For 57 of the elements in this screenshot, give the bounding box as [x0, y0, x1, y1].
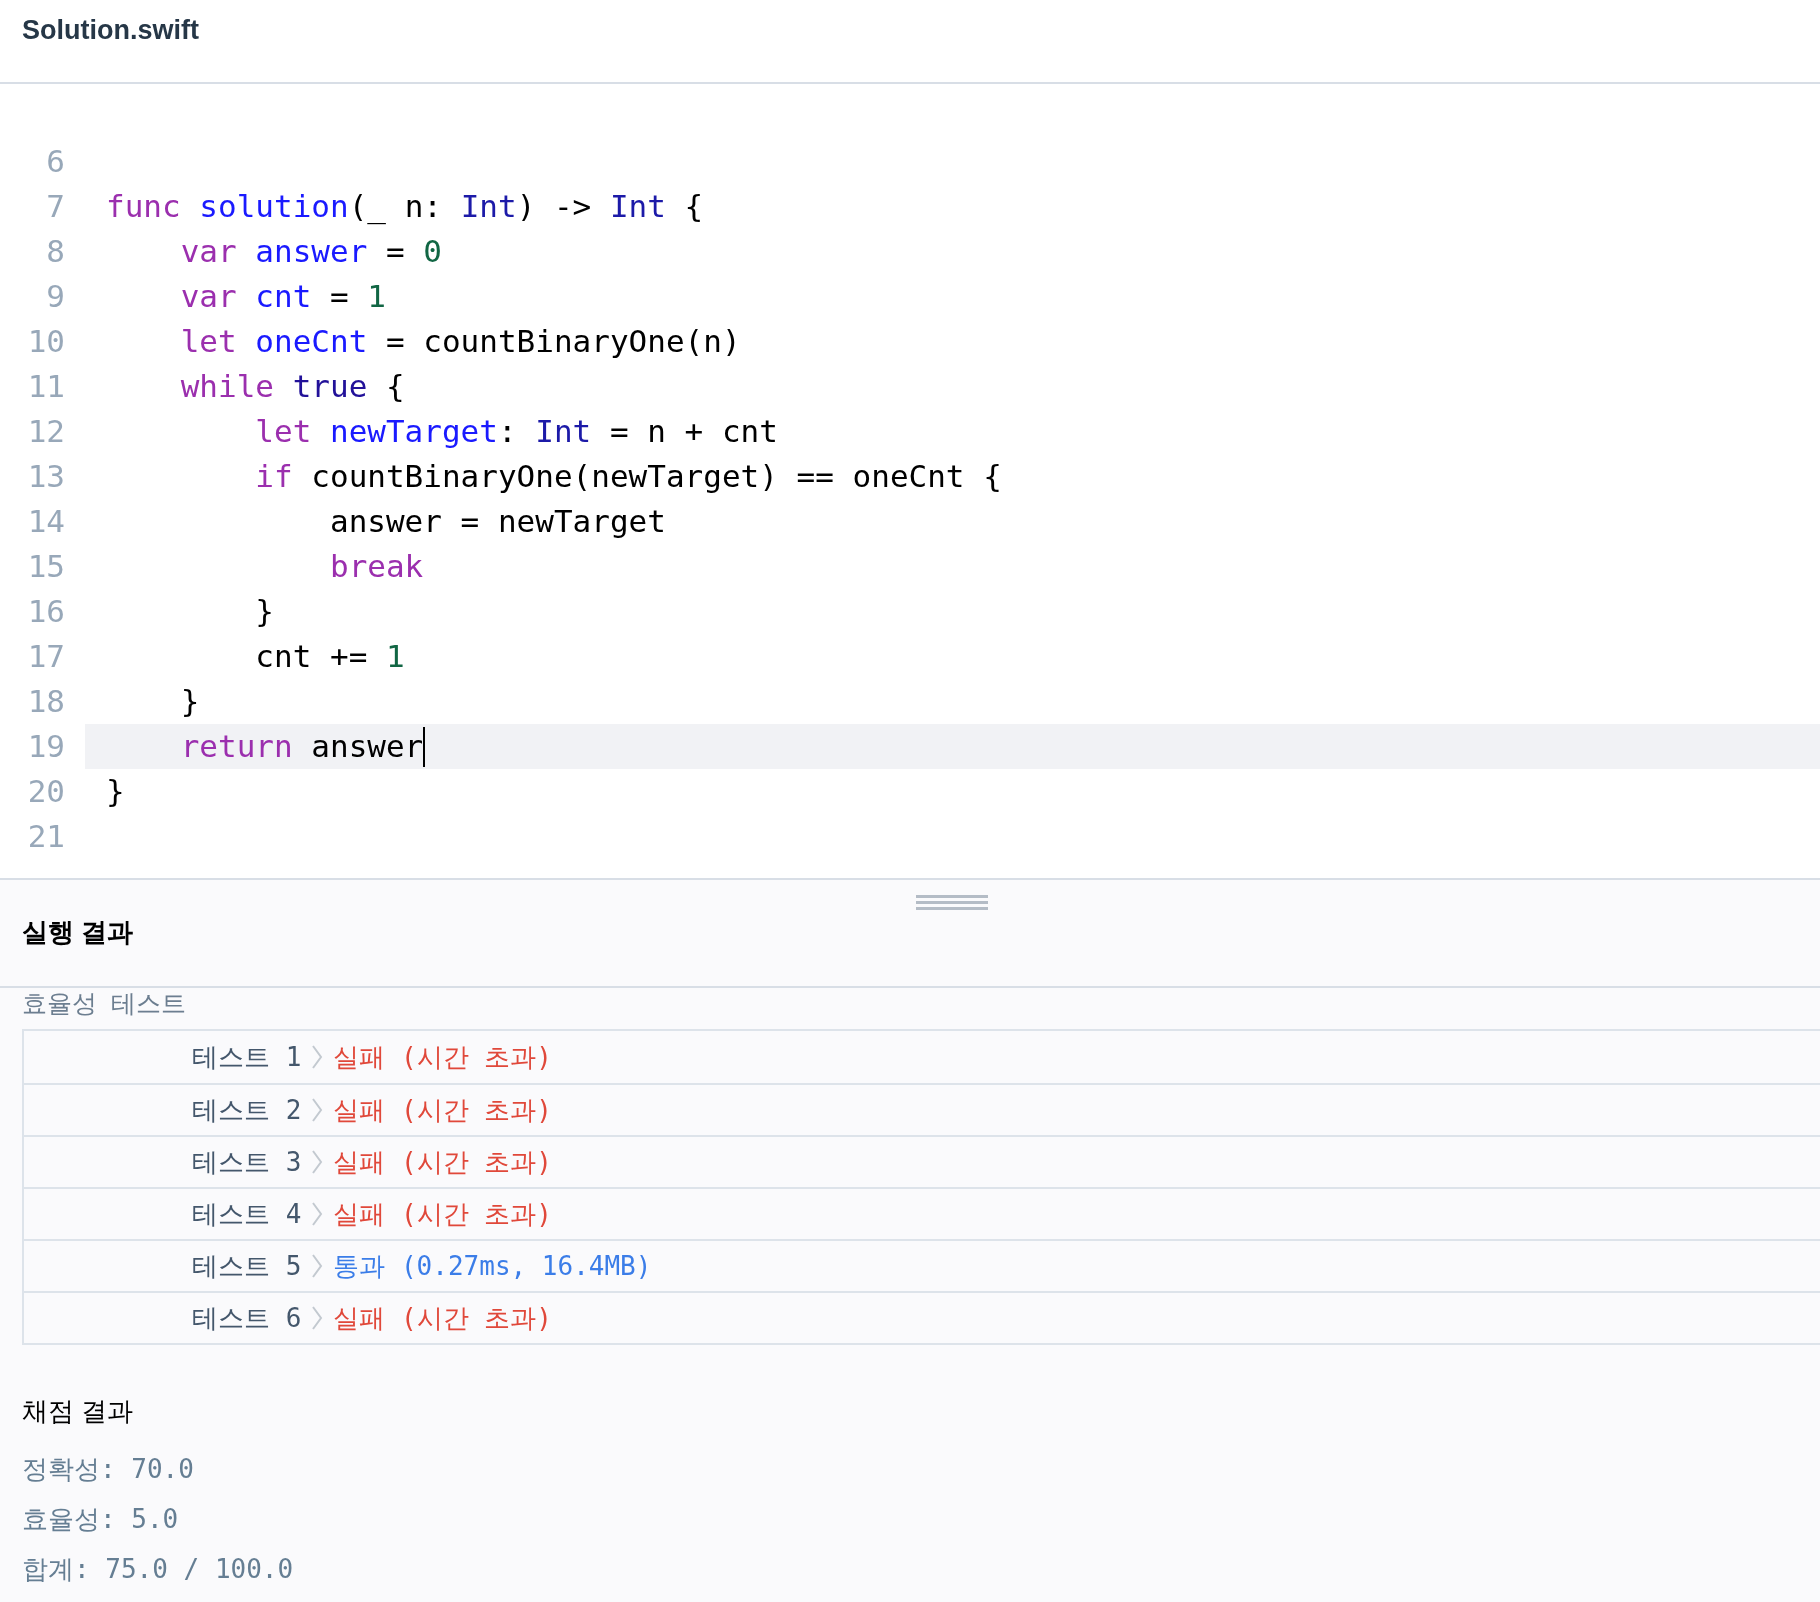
code-line: break — [328, 547, 424, 587]
line-number: 16 — [27, 593, 65, 630]
chevron-right-icon — [311, 1253, 324, 1279]
test-result: 통과 (0.27ms, 16.4MB) — [333, 1249, 652, 1283]
code-line: } — [254, 592, 274, 632]
test-label: 테스트 1 — [192, 1040, 302, 1074]
code-line: var cnt = 1 — [179, 277, 386, 317]
test-result: 실패 (시간 초과) — [333, 1301, 552, 1335]
section-label: 효율성 테스트 — [22, 988, 186, 1020]
score-line: 합계: 75.0 / 100.0 — [22, 1552, 294, 1586]
line-number: 10 — [27, 323, 65, 360]
code-line: while true { — [179, 367, 405, 407]
code-line: answer = newTarget — [328, 502, 666, 542]
line-number: 8 — [46, 233, 65, 270]
code-line: let newTarget: Int = n + cnt — [254, 412, 778, 452]
drag-handle-icon[interactable] — [916, 894, 988, 912]
line-number: 9 — [46, 278, 65, 315]
code-line: func solution(_ n: Int) -> Int { — [106, 187, 704, 227]
chevron-right-icon — [311, 1305, 324, 1331]
code-line: let oneCnt = countBinaryOne(n) — [179, 322, 741, 362]
line-number: 11 — [27, 368, 65, 405]
test-result: 실패 (시간 초과) — [333, 1145, 552, 1179]
test-result: 실패 (시간 초과) — [333, 1093, 552, 1127]
code-line: cnt += 1 — [254, 637, 405, 677]
test-label: 테스트 4 — [192, 1197, 302, 1231]
line-number: 15 — [27, 548, 65, 585]
code-line: return answer — [179, 727, 424, 767]
test-label: 테스트 3 — [192, 1145, 302, 1179]
line-number: 6 — [46, 143, 65, 180]
score-line: 정확성: 70.0 — [22, 1452, 194, 1486]
file-title: Solution.swift — [22, 14, 199, 47]
test-result: 실패 (시간 초과) — [333, 1040, 552, 1074]
code-line: var answer = 0 — [179, 232, 442, 272]
line-number: 18 — [27, 683, 65, 720]
line-number: 14 — [27, 503, 65, 540]
line-number: 20 — [27, 773, 65, 810]
grading-title: 채점 결과 — [22, 1394, 134, 1428]
results-title: 실행 결과 — [22, 916, 135, 949]
score-line: 효율성: 5.0 — [22, 1502, 179, 1536]
test-label: 테스트 6 — [192, 1301, 302, 1335]
code-line: } — [179, 682, 200, 722]
line-number: 7 — [46, 188, 65, 225]
chevron-right-icon — [311, 1097, 324, 1123]
chevron-right-icon — [311, 1201, 324, 1227]
line-number: 21 — [27, 818, 65, 855]
line-number: 19 — [27, 728, 65, 765]
code-line: if countBinaryOne(newTarget) == oneCnt { — [254, 457, 1002, 497]
chevron-right-icon — [311, 1149, 324, 1175]
test-label: 테스트 5 — [192, 1249, 302, 1283]
test-result: 실패 (시간 초과) — [333, 1197, 552, 1231]
test-label: 테스트 2 — [192, 1093, 302, 1127]
text-cursor — [423, 726, 426, 767]
line-number: 12 — [27, 413, 65, 450]
line-number: 17 — [27, 638, 65, 675]
chevron-right-icon — [311, 1044, 324, 1070]
code-line: } — [106, 772, 125, 812]
line-number: 13 — [27, 458, 65, 495]
